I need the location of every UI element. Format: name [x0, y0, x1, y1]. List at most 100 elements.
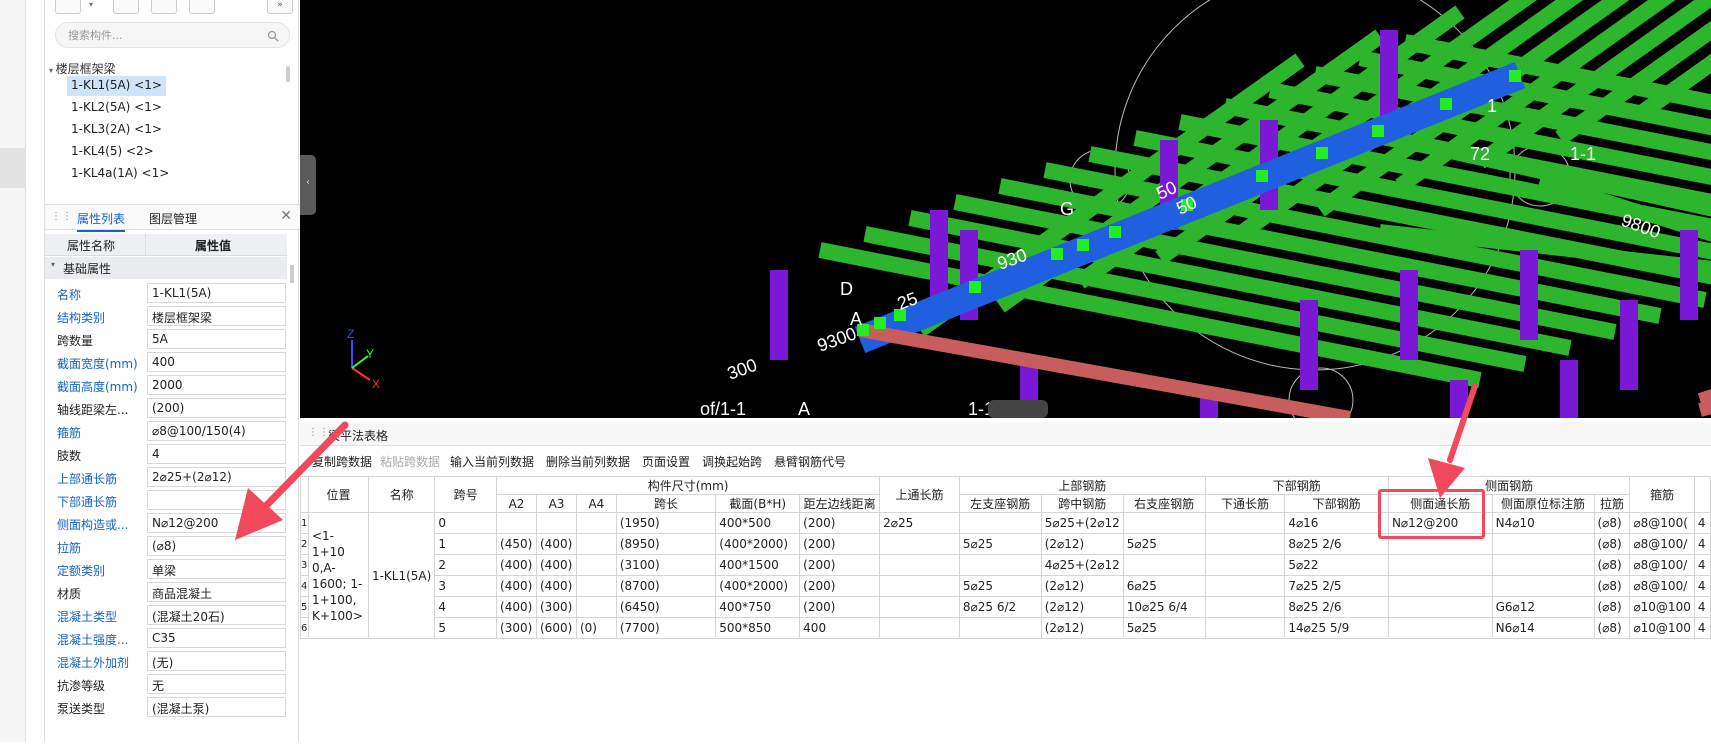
table-cell[interactable]: 5⌀25 — [1122, 617, 1206, 639]
property-group[interactable]: ▾ 基础属性 — [45, 257, 287, 279]
table-cell[interactable]: 400 — [799, 617, 881, 639]
span-cell[interactable]: 4 — [434, 596, 498, 618]
table-cell[interactable]: (400) — [496, 575, 537, 597]
property-value[interactable]: 楼层框架梁 — [147, 306, 286, 326]
table-row[interactable]: 6 5 (300) (600) (0) (7700) 500*850 400 (2⌀12) 5⌀2… — [300, 617, 1711, 639]
table-cell[interactable]: 400*750 — [715, 596, 801, 618]
table-cell[interactable]: (400) — [496, 554, 537, 576]
property-value[interactable]: 2000 — [147, 375, 286, 395]
property-value[interactable]: 商品混凝土 — [147, 582, 286, 602]
input-column-button[interactable]: 输入当前列数据 — [450, 453, 534, 470]
span-cell[interactable]: 0 — [434, 512, 498, 534]
table-cell[interactable]: (400) — [536, 554, 577, 576]
drag-handle-icon[interactable]: ⋮⋮ — [51, 211, 73, 222]
column[interactable] — [1680, 230, 1698, 320]
table-cell[interactable]: 2⌀25 — [879, 512, 960, 534]
table-cell[interactable] — [1204, 554, 1286, 576]
column[interactable] — [1400, 270, 1418, 360]
span-cell[interactable]: 5 — [434, 617, 498, 639]
column[interactable] — [1560, 360, 1578, 418]
paste-span-button[interactable]: 粘贴跨数据 — [380, 453, 440, 470]
table-cell[interactable] — [1204, 617, 1286, 639]
grip-point[interactable] — [1051, 248, 1063, 260]
table-row[interactable]: 2 1 (450) (400) (8950) (400*2000) (200) 5⌀25 (2⌀… — [300, 533, 1711, 555]
property-value[interactable]: 4 — [147, 444, 286, 464]
table-cell[interactable]: ⌀8@100( — [1629, 512, 1695, 534]
tree-group-header[interactable]: ▾ 楼层框架梁 — [49, 60, 116, 77]
table-cell[interactable] — [1204, 575, 1286, 597]
table-cell[interactable]: 6⌀25 — [1122, 575, 1206, 597]
table-cell[interactable]: (6450) — [615, 596, 717, 618]
table-cell[interactable] — [1491, 554, 1595, 576]
tab-layer-management[interactable]: 图层管理 — [149, 210, 197, 227]
table-cell[interactable]: (300) — [496, 617, 537, 639]
delete-column-button[interactable]: 删除当前列数据 — [546, 453, 630, 470]
table-cell[interactable] — [1204, 533, 1286, 555]
table-cell[interactable]: (400) — [536, 533, 577, 555]
swap-start-span-button[interactable]: 调换起始跨 — [702, 453, 762, 470]
property-value[interactable]: 无 — [147, 674, 286, 694]
property-row[interactable]: 名称 1-KL1(5A) — [45, 282, 287, 305]
property-row[interactable]: 上部通长筋 2⌀25+(2⌀12) — [45, 466, 287, 489]
table-cell[interactable]: 14⌀25 5/9 — [1284, 617, 1389, 639]
grip-point[interactable] — [1109, 226, 1121, 238]
table-cell[interactable] — [879, 596, 960, 618]
table-row[interactable]: 1 <1-1+10 0,A-1600; 1-1+100, K+100> 1-KL1(… — [300, 512, 1711, 639]
property-value[interactable]: (混凝土泵) — [147, 697, 286, 717]
table-cell[interactable]: (2⌀12) — [1040, 533, 1124, 555]
property-value[interactable]: 单梁 — [147, 559, 286, 579]
table-cell[interactable]: (300) — [536, 596, 577, 618]
table-cell[interactable]: 8⌀25 6/2 — [958, 596, 1042, 618]
tree-item[interactable]: 1-KL3(2A) <1> — [67, 120, 166, 140]
span-cell[interactable]: 3 — [434, 575, 498, 597]
page-setup-button[interactable]: 页面设置 — [642, 453, 690, 470]
3d-model-scene[interactable]: 9300300of/1-1A1-1CDA9800980098005050G930… — [300, 0, 1711, 418]
table-cell[interactable]: ⌀10@100 — [1629, 596, 1695, 618]
beam-red[interactable] — [1697, 300, 1711, 407]
property-value[interactable]: N⌀12@200 — [147, 513, 286, 533]
table-cell[interactable] — [879, 617, 960, 639]
property-row[interactable]: 混凝土强度... C35 — [45, 627, 287, 650]
table-row[interactable]: 5 4 (400) (300) (6450) 400*750 (200) 8⌀25 6/2 (2… — [300, 596, 1711, 618]
property-row[interactable]: 下部通长筋 — [45, 489, 287, 512]
table-cell[interactable] — [1122, 512, 1206, 534]
collapse-viewport-handle[interactable] — [988, 400, 1048, 418]
table-cell[interactable]: 7⌀25 2/5 — [1284, 575, 1389, 597]
table-cell[interactable] — [1387, 554, 1493, 576]
table-cell[interactable] — [536, 512, 577, 534]
table-cell[interactable]: (200) — [799, 575, 881, 597]
table-cell[interactable]: (1950) — [615, 512, 717, 534]
table-cell[interactable]: (⌀8) — [1593, 533, 1631, 555]
property-value[interactable]: (无) — [147, 651, 286, 671]
table-cell[interactable] — [496, 512, 537, 534]
property-value[interactable]: C35 — [147, 628, 286, 648]
column[interactable] — [1620, 300, 1638, 390]
property-value[interactable]: (200) — [147, 398, 286, 418]
column[interactable] — [1520, 250, 1538, 340]
property-row[interactable]: 跨数量 5A — [45, 328, 287, 351]
property-value[interactable] — [147, 490, 286, 510]
property-row[interactable]: 混凝土类型 (混凝土20石) — [45, 604, 287, 627]
table-cell[interactable]: (⌀8) — [1593, 512, 1631, 534]
copy-icon[interactable] — [113, 0, 139, 14]
table-cell[interactable]: (8950) — [615, 533, 717, 555]
table-cell[interactable]: 5⌀22 — [1284, 554, 1389, 576]
table-cell[interactable]: (2⌀12) — [1040, 596, 1124, 618]
table-cell[interactable]: ⌀8@100/ — [1629, 533, 1695, 555]
table-row[interactable]: 3 2 (400) (400) (3100) 400*1500 (200) 4⌀25+(2⌀1… — [300, 554, 1711, 576]
property-row[interactable]: 拉筋 (⌀8) — [45, 535, 287, 558]
table-cell[interactable] — [575, 512, 617, 534]
table-cell[interactable]: 500*850 — [715, 617, 801, 639]
property-row[interactable]: 箍筋 ⌀8@100/150(4) — [45, 420, 287, 443]
table-cell[interactable]: 10⌀25 6/4 — [1122, 596, 1206, 618]
table-cell[interactable]: 4⌀16 — [1284, 512, 1389, 534]
table-cell[interactable]: N4⌀10 — [1491, 512, 1595, 534]
table-cell[interactable] — [1387, 617, 1493, 639]
table-cell[interactable]: (0) — [575, 617, 617, 639]
table-cell[interactable]: (200) — [799, 512, 881, 534]
grip-point[interactable] — [969, 281, 981, 293]
property-row[interactable]: 泵送类型 (混凝土泵) — [45, 696, 287, 719]
table-cell[interactable]: ⌀8@100/ — [1629, 575, 1695, 597]
column[interactable] — [930, 210, 948, 300]
table-cell[interactable]: (⌀8) — [1593, 596, 1631, 618]
